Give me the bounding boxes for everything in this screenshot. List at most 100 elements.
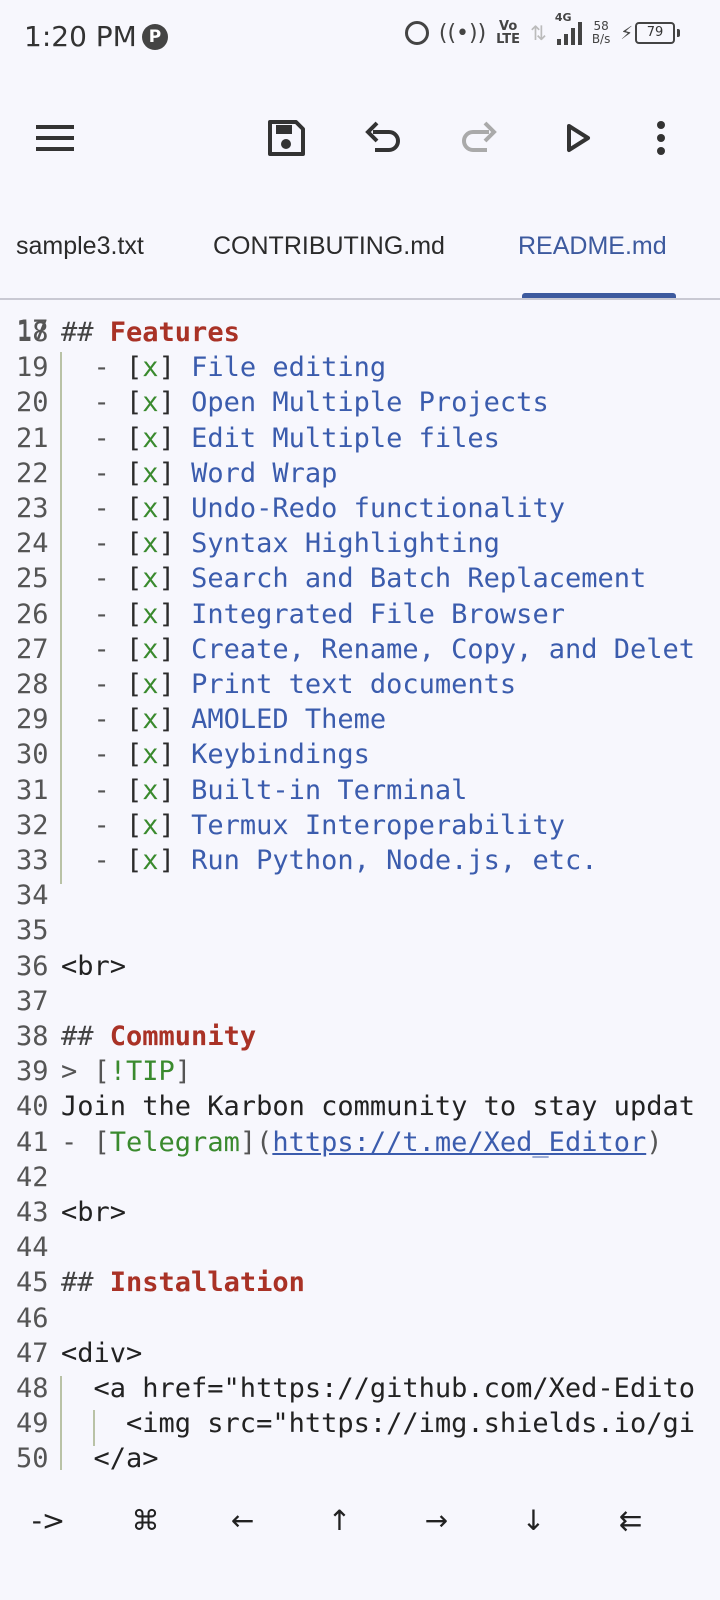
menu-button[interactable] <box>28 110 84 166</box>
checkbox-mark: x <box>142 528 159 560</box>
list-dash: - <box>93 809 110 841</box>
menu-icon <box>36 125 74 151</box>
list-dash: - <box>93 528 110 560</box>
checkbox-mark: x <box>142 352 159 384</box>
line-number: 28 <box>16 669 49 700</box>
checkbox-mark: x <box>142 493 159 524</box>
line-number: 22 <box>16 457 49 489</box>
link-mid: ]( <box>239 1126 273 1158</box>
line-content: <a href="https://github.com/Xed-Edito <box>61 1373 695 1404</box>
line-content: - [x] Run Python, Node.js, etc. <box>93 845 598 876</box>
task-item-text: Create, Rename, Copy, and Delet <box>191 633 695 665</box>
line-number: 49 <box>16 1408 49 1440</box>
line-content: - [x] Syntax Highlighting <box>93 528 500 560</box>
line-content: - [x] Print text documents <box>93 669 517 700</box>
line-content: - [x] Edit Multiple files <box>93 422 500 454</box>
quote-marker: > [ <box>61 1056 110 1088</box>
list-dash: - <box>93 563 110 595</box>
line-number: 46 <box>16 1302 49 1334</box>
task-item-text: Run Python, Node.js, etc. <box>191 845 598 876</box>
line-number: 31 <box>16 774 49 806</box>
plain-text: <a href="https://github.com/Xed-Edito <box>61 1373 695 1404</box>
line-content: ## Features <box>61 317 240 348</box>
checkbox-mark: x <box>142 563 159 595</box>
line-content: - [x] Undo-Redo functionality <box>93 493 565 524</box>
checkbox-mark: x <box>142 774 159 806</box>
volte-icon: Vo LTE <box>496 19 521 47</box>
list-dash: - <box>93 493 110 524</box>
checkbox-mark: x <box>142 457 159 489</box>
list-dash: - <box>93 422 110 454</box>
file-tabs: sample3.txt CONTRIBUTING.md README.md <box>0 220 720 300</box>
list-dash: - <box>93 845 110 876</box>
code-editor[interactable]: 17 18 ## Features 19 - [x] File editing 20 … <box>0 300 720 1470</box>
line-number: 44 <box>16 1232 49 1264</box>
undo-button[interactable] <box>355 110 411 166</box>
line-content: - [x] File editing <box>93 352 387 384</box>
line-number: 21 <box>16 422 49 454</box>
status-icons: ((•)) Vo LTE ⇅ 4G 58 B/s ⚡ 79 <box>404 11 680 47</box>
quote-end: ] <box>174 1056 192 1088</box>
tab-sample3[interactable]: sample3.txt <box>16 232 144 261</box>
key-right-arrow[interactable]: → <box>388 1490 485 1550</box>
key-down-arrow[interactable]: ↓ <box>485 1490 582 1550</box>
list-dash: - [ <box>61 1126 110 1158</box>
line-number: 25 <box>16 563 49 595</box>
active-tab-indicator <box>522 293 676 298</box>
line-number: 47 <box>16 1337 49 1369</box>
line-content: - [x] Keybindings <box>93 739 370 771</box>
task-item-text: Word Wrap <box>191 457 338 489</box>
status-bar: 1:20 PM P ((•)) Vo LTE ⇅ 4G 58 B/s ⚡ 79 <box>0 0 720 76</box>
line-content: - [x] Word Wrap <box>93 457 338 489</box>
redo-button[interactable] <box>451 110 507 166</box>
line-content: - [x] AMOLED Theme <box>93 704 387 736</box>
heading-text: Installation <box>109 1267 305 1299</box>
line-number: 23 <box>16 493 49 524</box>
run-icon <box>567 124 590 152</box>
list-dash: - <box>93 457 110 489</box>
line-content: Join the Karbon community to stay updat <box>61 1091 695 1122</box>
line-content: </a> <box>61 1443 159 1470</box>
link-url: https://t.me/Xed_Editor <box>272 1126 647 1158</box>
line-content: ## Installation <box>61 1267 305 1298</box>
task-item-text: Keybindings <box>191 739 370 771</box>
task-item-text: Edit Multiple files <box>191 422 500 454</box>
key-command[interactable]: ⌘ <box>97 1490 194 1550</box>
line-number: 38 <box>16 1021 49 1052</box>
heading-text: Features <box>109 317 240 348</box>
save-icon <box>268 120 305 156</box>
line-number: 32 <box>16 809 49 841</box>
more-options-button[interactable] <box>633 110 689 166</box>
key-left-arrow[interactable]: ← <box>194 1490 291 1550</box>
task-item-text: Integrated File Browser <box>191 598 565 630</box>
line-number: 50 <box>16 1443 49 1470</box>
line-number: 48 <box>16 1373 49 1404</box>
heading-text: Community <box>109 1021 257 1052</box>
line-content: - [x] Termux Interoperability <box>93 809 565 841</box>
callout-tip: !TIP <box>109 1056 175 1088</box>
line-number: 40 <box>16 1091 49 1123</box>
save-button[interactable] <box>258 110 314 166</box>
key-shift-tab[interactable]: ⇇ <box>582 1490 679 1550</box>
checkbox-mark: x <box>142 845 159 876</box>
checkbox-mark: x <box>142 704 159 736</box>
line-number: 30 <box>16 739 49 771</box>
key-tab-arrow[interactable]: -> <box>0 1490 97 1550</box>
checkbox-mark: x <box>142 739 159 771</box>
list-dash: - <box>93 739 110 771</box>
run-button[interactable] <box>550 110 606 166</box>
plain-text: <br> <box>61 1197 127 1228</box>
plain-text: <br> <box>61 950 127 982</box>
line-number: 45 <box>16 1267 49 1299</box>
link-end: ) <box>646 1126 663 1158</box>
tab-contributing[interactable]: CONTRIBUTING.md <box>213 232 445 261</box>
line-content: > [!TIP] <box>61 1056 191 1087</box>
redo-icon <box>462 121 497 152</box>
tab-readme[interactable]: README.md <box>518 232 667 261</box>
line-number: 20 <box>16 387 49 419</box>
line-content: - [x] Create, Rename, Copy, and Delet <box>93 633 695 665</box>
key-up-arrow[interactable]: ↑ <box>291 1490 388 1550</box>
checkbox-mark: x <box>142 633 159 665</box>
line-number: 18 <box>16 317 49 348</box>
notification-p-icon: P <box>142 24 168 50</box>
